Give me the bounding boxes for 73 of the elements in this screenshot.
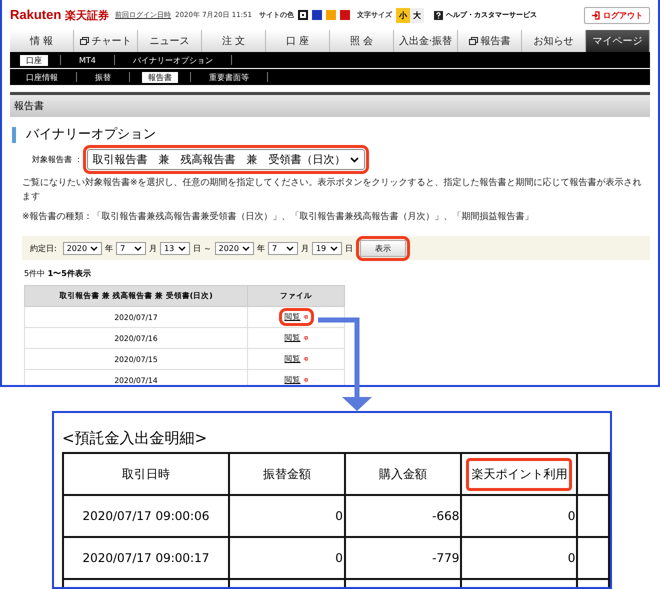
caret-icon bbox=[90, 246, 98, 250]
nav-tab[interactable]: 口 座 bbox=[266, 30, 330, 52]
date-unit: 年 bbox=[105, 242, 114, 254]
color-swatch[interactable] bbox=[298, 10, 308, 20]
logout-icon bbox=[591, 10, 600, 20]
table-cell: 0 bbox=[461, 537, 578, 579]
window-icon bbox=[468, 37, 478, 45]
column-header: 楽天ポイント利用 bbox=[466, 458, 572, 490]
column-header: 振替金額 bbox=[262, 466, 312, 482]
nav-tab[interactable]: マイページ bbox=[586, 30, 650, 52]
section-header: 報告書 bbox=[10, 92, 650, 117]
nav-tab[interactable]: 情 報 bbox=[10, 30, 74, 52]
nav-tab[interactable]: 照 会 bbox=[330, 30, 394, 52]
date-select[interactable]: 13 bbox=[160, 242, 190, 254]
color-swatch[interactable] bbox=[340, 10, 350, 20]
note-text: ※報告書の種類：「取引報告書兼残高報告書兼受領書（日次）」、「取引報告書兼残高報告書（月次）」、「期間損益報告書」 bbox=[22, 210, 535, 224]
external-link-icon bbox=[302, 314, 308, 320]
window-icon bbox=[80, 37, 88, 45]
date-select[interactable]: 2020 bbox=[214, 242, 254, 254]
date-select[interactable]: 19 bbox=[312, 242, 342, 254]
color-swatch[interactable] bbox=[312, 10, 322, 20]
subnav-item[interactable]: バイナリーオプション bbox=[126, 54, 219, 66]
subnav-item[interactable]: 重要書面等 bbox=[203, 72, 255, 82]
logout-button[interactable]: ログアウト bbox=[584, 6, 650, 24]
column-header: 購入金額 bbox=[378, 466, 428, 482]
table-cell: 2020/07/17 09:00:06 bbox=[63, 495, 229, 537]
font-size-button[interactable]: 小 bbox=[396, 8, 410, 22]
date-unit: 年 bbox=[256, 242, 265, 254]
external-link-icon bbox=[302, 378, 308, 382]
show-button[interactable]: 表示 bbox=[360, 240, 406, 256]
caret-icon bbox=[330, 246, 338, 250]
nav-tab[interactable]: チャート bbox=[74, 30, 138, 52]
page-title: バイナリーオプション bbox=[12, 127, 650, 143]
external-link-icon bbox=[302, 336, 308, 340]
detail-title: <預託金入出金明細> bbox=[62, 429, 208, 448]
external-link-icon bbox=[302, 356, 308, 362]
table-cell: 2020/07/17 09:00:17 bbox=[63, 537, 229, 579]
help-icon bbox=[434, 10, 443, 20]
subnav-item[interactable]: 口座情報 bbox=[20, 72, 64, 82]
subnav-item[interactable]: 振替 bbox=[89, 72, 117, 82]
caret-icon bbox=[350, 156, 359, 162]
nav-tab[interactable]: お知らせ bbox=[522, 30, 586, 52]
result-count: 5件中 1〜5件表示 bbox=[24, 268, 92, 279]
date-unit: 日 ～ bbox=[193, 242, 212, 254]
table-cell: 0 bbox=[228, 537, 345, 579]
report-type-label: 対象報告書 ： bbox=[32, 154, 83, 165]
nav-tab[interactable]: ニュース bbox=[138, 30, 202, 52]
nav-tab[interactable]: 注 文 bbox=[202, 30, 266, 52]
column-header: 取引日時 bbox=[120, 466, 171, 482]
caret-icon bbox=[242, 246, 250, 250]
table-cell: -779 bbox=[344, 537, 462, 579]
description-text: ご覧になりたい対象報告書※を選択し、任意の期間を指定してください。表示ボタンをクリックすると、指定した報告書と期間に応じて報告書が表示されます bbox=[22, 176, 643, 204]
font-size-button[interactable]: 大 bbox=[410, 8, 424, 22]
table-cell: 0 bbox=[228, 495, 345, 537]
date-select[interactable]: 7 bbox=[116, 242, 146, 254]
subnav-item[interactable]: MT4 bbox=[73, 56, 102, 64]
date-select[interactable]: 2020 bbox=[62, 242, 102, 254]
date-unit: 日 bbox=[344, 242, 353, 254]
nav-tab[interactable]: 報告書 bbox=[458, 30, 522, 52]
caret-icon bbox=[178, 246, 186, 250]
subnav-item[interactable]: 報告書 bbox=[142, 72, 178, 82]
date-unit: 月 bbox=[300, 242, 309, 254]
date-unit: 月 bbox=[149, 242, 158, 254]
table-cell: -668 bbox=[344, 495, 462, 537]
nav-tab[interactable]: 入出金·振替 bbox=[394, 30, 458, 52]
caret-icon bbox=[134, 246, 142, 250]
table-cell: 0 bbox=[461, 495, 578, 537]
color-swatch[interactable] bbox=[326, 10, 336, 20]
subnav-item[interactable]: 口座 bbox=[20, 54, 48, 66]
date-select[interactable]: 7 bbox=[268, 242, 298, 254]
trade-date-label: 約定日: bbox=[30, 242, 57, 254]
caret-icon bbox=[286, 246, 294, 250]
logo: Rakuten 楽天証券 bbox=[10, 7, 110, 23]
